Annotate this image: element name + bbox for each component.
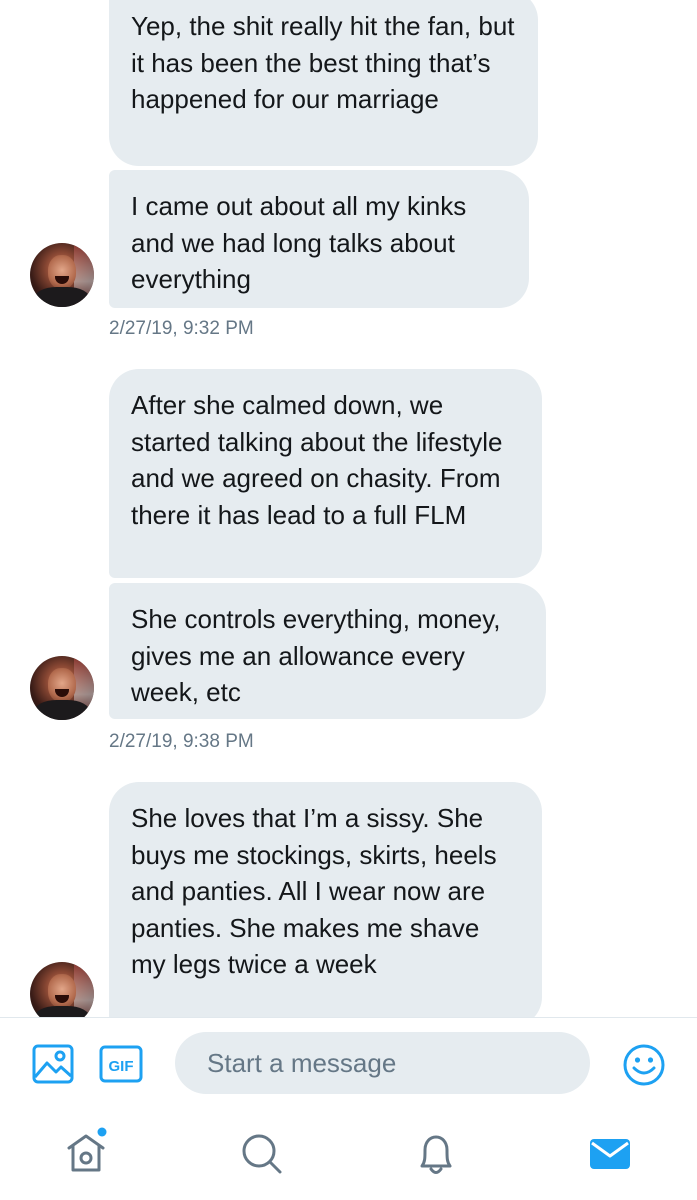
message-bubble[interactable]: She loves that I’m a sissy. She buys me … [109,782,542,1017]
message-timestamp: 2/27/19, 9:32 PM [109,318,254,339]
new-indicator-dot [97,1127,107,1137]
search-icon[interactable] [240,1132,284,1176]
sender-avatar[interactable] [30,656,94,720]
message-bubble[interactable]: After she calmed down, we started talkin… [109,369,542,578]
message-bubble[interactable]: She controls everything, money, gives me… [109,583,546,719]
gif-icon[interactable]: GIF [99,1044,143,1084]
message-composer: GIF [0,1017,697,1113]
messages-icon[interactable] [589,1134,631,1174]
sender-avatar[interactable] [30,962,94,1017]
message-bubble[interactable]: Yep, the shit really hit the fan, but it… [109,0,538,166]
bottom-tab-bar [0,1112,697,1200]
message-bubble[interactable]: I came out about all my kinks and we had… [109,170,529,308]
sender-avatar[interactable] [30,243,94,307]
emoji-icon[interactable] [622,1043,666,1087]
message-thread[interactable]: Yep, the shit really hit the fan, but it… [0,0,697,1017]
message-input[interactable] [175,1032,590,1094]
message-timestamp: 2/27/19, 9:38 PM [109,731,254,752]
notifications-icon[interactable] [414,1130,458,1178]
svg-text:GIF: GIF [109,1058,134,1075]
image-icon[interactable] [32,1044,74,1084]
home-icon[interactable] [64,1126,110,1176]
